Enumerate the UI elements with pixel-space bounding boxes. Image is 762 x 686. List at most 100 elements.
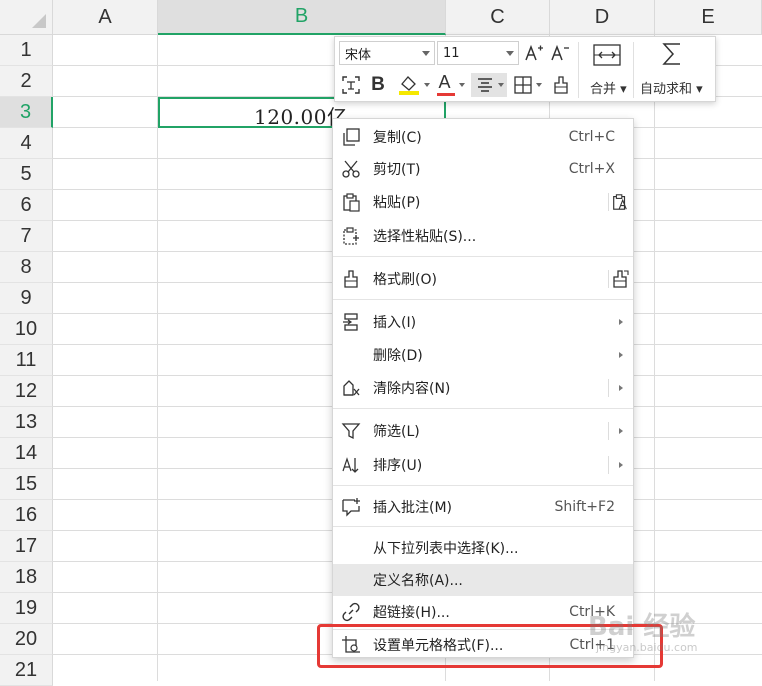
menu-separator	[333, 299, 633, 300]
shrink-font-icon	[551, 44, 569, 61]
row-header[interactable]: 5	[0, 159, 53, 190]
menu-item-sort[interactable]: 排序(U)	[333, 449, 633, 481]
grow-font-button[interactable]	[523, 41, 545, 65]
menu-item-insert-comment[interactable]: 插入批注(M) Shift+F2	[333, 491, 633, 523]
menu-divider	[608, 270, 609, 288]
wrap-text-button[interactable]	[339, 73, 363, 97]
borders-button[interactable]	[509, 73, 545, 97]
submenu-arrow-icon	[619, 319, 623, 325]
font-size-value: 11	[443, 45, 460, 61]
menu-item-delete[interactable]: 删除(D)	[333, 339, 633, 371]
paste-special-icon	[343, 227, 359, 245]
row-header[interactable]: 13	[0, 407, 53, 438]
menu-item-copy[interactable]: 复制(C) Ctrl+C	[333, 121, 633, 153]
menu-item-label: 排序(U)	[373, 458, 423, 474]
paint-bucket-icon	[398, 76, 419, 95]
menu-separator	[333, 408, 633, 409]
shrink-font-button[interactable]	[549, 41, 571, 65]
row-header[interactable]: 9	[0, 283, 53, 314]
menu-item-paste[interactable]: 粘贴(P)	[333, 186, 633, 218]
font-size-select[interactable]: 11	[437, 41, 519, 65]
text-recognize-icon	[342, 76, 360, 94]
format-painter-multi-icon[interactable]	[610, 269, 630, 289]
menu-item-clear-contents[interactable]: 清除内容(N)	[333, 372, 633, 404]
menu-separator	[333, 485, 633, 486]
column-header-e[interactable]: E	[655, 0, 762, 35]
submenu-arrow-icon	[619, 352, 623, 358]
row-header[interactable]: 4	[0, 128, 53, 159]
grow-font-icon	[525, 44, 543, 61]
menu-item-label: 选择性粘贴(S)...	[373, 229, 477, 245]
autosum-button[interactable]	[657, 39, 687, 69]
borders-icon	[513, 76, 532, 94]
fill-color-button[interactable]	[395, 73, 431, 97]
row-header-selected[interactable]: 3	[0, 97, 53, 128]
menu-item-shortcut: Ctrl+C	[568, 129, 615, 145]
row-header[interactable]: 11	[0, 345, 53, 376]
link-icon	[342, 602, 360, 622]
menu-item-define-name[interactable]: 定义名称(A)...	[333, 564, 633, 596]
row-header[interactable]: 20	[0, 624, 53, 655]
menu-item-paste-special[interactable]: 选择性粘贴(S)...	[333, 220, 633, 252]
grid-line	[654, 35, 655, 681]
row-header[interactable]: 14	[0, 438, 53, 469]
sort-icon	[342, 457, 359, 473]
menu-item-filter[interactable]: 筛选(L)	[333, 415, 633, 447]
row-header[interactable]: 19	[0, 593, 53, 624]
submenu-arrow-icon	[619, 385, 623, 391]
column-header-c[interactable]: C	[446, 0, 550, 35]
comment-icon	[342, 498, 360, 517]
copy-icon	[343, 128, 360, 146]
row-header[interactable]: 21	[0, 655, 53, 686]
baidu-watermark-logo: Bai 经验	[588, 612, 696, 642]
autosum-label[interactable]: 自动求和 ▾	[640, 78, 703, 97]
menu-item-format-painter[interactable]: 格式刷(O)	[333, 263, 633, 295]
insert-icon	[343, 313, 358, 331]
font-color-button[interactable]: A	[433, 72, 467, 97]
merge-label[interactable]: 合并 ▾	[590, 78, 627, 97]
menu-item-shortcut: Shift+F2	[554, 499, 615, 515]
row-header[interactable]: 8	[0, 252, 53, 283]
menu-item-label: 剪切(T)	[373, 162, 421, 178]
row-header[interactable]: 12	[0, 376, 53, 407]
align-center-button[interactable]	[471, 73, 507, 97]
column-header-a[interactable]: A	[53, 0, 158, 35]
scissors-icon	[342, 160, 360, 178]
row-header[interactable]: 2	[0, 66, 53, 97]
row-header[interactable]: 7	[0, 221, 53, 252]
column-header-d[interactable]: D	[550, 0, 655, 35]
sigma-icon	[662, 43, 680, 65]
row-header[interactable]: 18	[0, 562, 53, 593]
toolbar-separator	[633, 42, 634, 98]
menu-item-label: 插入(I)	[373, 315, 417, 331]
format-painter-button[interactable]	[549, 73, 573, 97]
row-header[interactable]: 15	[0, 469, 53, 500]
menu-item-label: 筛选(L)	[373, 424, 420, 440]
menu-divider	[608, 422, 609, 440]
row-header[interactable]: 16	[0, 500, 53, 531]
paste-text-only-icon[interactable]	[611, 193, 629, 211]
row-header[interactable]: 1	[0, 35, 53, 66]
menu-divider	[608, 456, 609, 474]
row-header[interactable]: 10	[0, 314, 53, 345]
merge-button[interactable]	[587, 41, 627, 69]
select-all-corner[interactable]	[0, 0, 53, 35]
submenu-arrow-icon	[619, 428, 623, 434]
context-menu: 复制(C) Ctrl+C 剪切(T) Ctrl+X 粘贴(P) 选择性粘贴(S)…	[332, 118, 634, 658]
menu-item-insert[interactable]: 插入(I)	[333, 306, 633, 338]
baidu-watermark-url: jingyan.baidu.com	[596, 641, 698, 654]
menu-separator	[333, 256, 633, 257]
row-header[interactable]: 6	[0, 190, 53, 221]
menu-item-label: 超链接(H)...	[373, 605, 450, 621]
font-color-swatch	[436, 93, 455, 96]
menu-item-label: 插入批注(M)	[373, 500, 453, 516]
format-painter-icon	[344, 270, 358, 288]
bold-button[interactable]: B	[367, 73, 389, 97]
column-header-b[interactable]: B	[158, 0, 446, 35]
row-header[interactable]: 17	[0, 531, 53, 562]
font-name-select[interactable]: 宋体	[339, 41, 435, 65]
menu-item-cut[interactable]: 剪切(T) Ctrl+X	[333, 153, 633, 185]
menu-item-label: 删除(D)	[373, 348, 423, 364]
toolbar-separator	[578, 42, 579, 98]
menu-item-pick-from-list[interactable]: 从下拉列表中选择(K)...	[333, 532, 633, 564]
